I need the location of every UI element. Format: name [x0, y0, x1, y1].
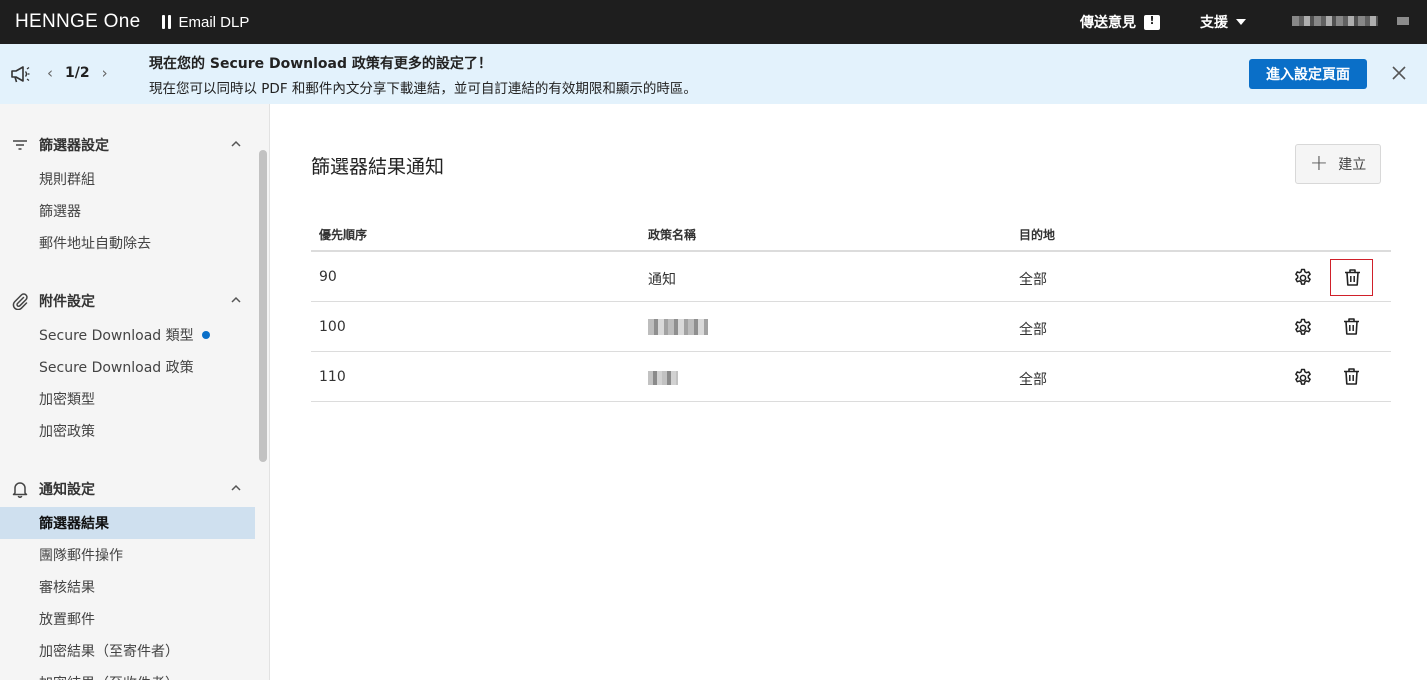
sidebar-section-filter-settings[interactable]: 篩選器設定 — [0, 133, 255, 157]
bell-icon — [12, 482, 28, 498]
chevron-right-icon[interactable]: › — [98, 64, 112, 82]
section-label: 附件設定 — [39, 294, 95, 310]
chevron-up-icon — [231, 296, 241, 303]
support-menu[interactable]: 支援 — [1200, 0, 1246, 44]
priority-cell: 100 — [319, 319, 346, 335]
paperclip-icon — [12, 293, 28, 310]
sidebar-item-rule-groups[interactable]: 規則群組 — [0, 163, 255, 195]
feedback-icon — [1144, 14, 1160, 30]
feedback-button[interactable]: 傳送意見 — [1080, 0, 1160, 44]
sidebar-item-label: Secure Download 類型 — [39, 328, 194, 344]
delete-button[interactable] — [1330, 259, 1373, 296]
sidebar-item-review-results[interactable]: 審核結果 — [0, 571, 255, 603]
sidebar-item-filters[interactable]: 篩選器 — [0, 195, 255, 227]
sidebar-section-attachment-settings[interactable]: 附件設定 — [0, 289, 255, 313]
feedback-label: 傳送意見 — [1080, 15, 1136, 31]
user-menu[interactable] — [1292, 16, 1378, 26]
filter-icon — [13, 140, 27, 150]
sidebar-section-notification-settings[interactable]: 通知設定 — [0, 477, 255, 501]
trash-icon — [1345, 269, 1360, 286]
gear-icon[interactable] — [1293, 368, 1313, 388]
new-badge-dot — [201, 331, 210, 339]
plus-icon: + — [1309, 151, 1329, 176]
priority-cell: 90 — [319, 269, 337, 285]
column-header-policy-name[interactable]: 政策名稱 — [648, 226, 696, 243]
create-button[interactable]: + 建立 — [1295, 144, 1381, 184]
policy-name-cell[interactable]: 通知 — [648, 269, 676, 289]
section-label: 通知設定 — [39, 482, 95, 498]
product-separator-icon — [162, 15, 172, 29]
gear-icon[interactable] — [1293, 318, 1313, 338]
trash-icon — [1344, 368, 1359, 385]
user-avatar[interactable] — [1397, 17, 1409, 25]
pager-count: 1/2 — [65, 65, 90, 81]
destination-cell: 全部 — [1019, 272, 1047, 288]
sidebar-item-team-mail-actions[interactable]: 團隊郵件操作 — [0, 539, 255, 571]
create-label: 建立 — [1338, 157, 1367, 173]
sidebar-item-filter-results[interactable]: 篩選器結果 — [0, 507, 255, 539]
trash-icon — [1344, 318, 1359, 335]
gear-icon[interactable] — [1293, 268, 1313, 288]
table-row[interactable]: 90 通知 全部 — [311, 252, 1391, 302]
sidebar-item-encryption-result-sender[interactable]: 加密結果（至寄件者） — [0, 635, 255, 667]
sidebar-item-address-auto-removal[interactable]: 郵件地址自動除去 — [0, 227, 255, 259]
close-icon[interactable] — [1390, 64, 1408, 82]
page-title: 篩選器結果通知 — [311, 156, 445, 178]
brand-logo: HENNGE One — [15, 11, 141, 32]
sidebar-item-encryption-policies[interactable]: 加密政策 — [0, 415, 255, 447]
caret-down-icon — [1236, 19, 1246, 25]
sidebar-item-secure-download-types[interactable]: Secure Download 類型 — [0, 319, 255, 351]
announcement-body: 現在您可以同時以 PDF 和郵件內文分享下載連結，並可自訂連結的有效期限和顯示的… — [149, 81, 697, 97]
delete-button[interactable] — [1330, 359, 1373, 396]
brand[interactable]: HENNGE One Email DLP — [15, 0, 249, 44]
go-to-settings-button[interactable]: 進入設定頁面 — [1249, 59, 1367, 89]
chevron-up-icon — [231, 140, 241, 147]
column-header-priority[interactable]: 優先順序 — [319, 226, 367, 243]
product-name: Email DLP — [178, 13, 250, 31]
sidebar-item-encryption-types[interactable]: 加密類型 — [0, 383, 255, 415]
redacted-policy-name[interactable] — [648, 371, 678, 385]
chevron-up-icon — [231, 484, 241, 491]
table-row[interactable]: 100 全部 — [311, 302, 1391, 352]
sidebar-item-encryption-result-recipient[interactable]: 加密結果（至收件者） — [0, 667, 255, 680]
redacted-policy-name[interactable] — [648, 319, 708, 335]
announcement-pager: ‹ 1/2 › — [43, 64, 112, 82]
chevron-left-icon[interactable]: ‹ — [43, 64, 57, 82]
announcement-banner: ‹ 1/2 › 現在您的 Secure Download 政策有更多的設定了！ … — [0, 44, 1427, 104]
top-bar: HENNGE One Email DLP 傳送意見 支援 — [0, 0, 1427, 44]
delete-button[interactable] — [1330, 309, 1373, 346]
sidebar: 篩選器設定 規則群組 篩選器 郵件地址自動除去 附件設定 Secure Down… — [0, 104, 270, 680]
sidebar-item-secure-download-policies[interactable]: Secure Download 政策 — [0, 351, 255, 383]
column-header-destination[interactable]: 目的地 — [1019, 226, 1055, 243]
destination-cell: 全部 — [1019, 322, 1047, 338]
table-row[interactable]: 110 全部 — [311, 352, 1391, 402]
destination-cell: 全部 — [1019, 372, 1047, 388]
megaphone-icon — [11, 66, 30, 83]
sidebar-item-held-mail[interactable]: 放置郵件 — [0, 603, 255, 635]
priority-cell: 110 — [319, 369, 346, 385]
support-label: 支援 — [1200, 15, 1228, 31]
sidebar-scrollbar[interactable] — [259, 150, 267, 462]
section-label: 篩選器設定 — [39, 138, 109, 154]
announcement-title: 現在您的 Secure Download 政策有更多的設定了！ — [149, 56, 492, 72]
